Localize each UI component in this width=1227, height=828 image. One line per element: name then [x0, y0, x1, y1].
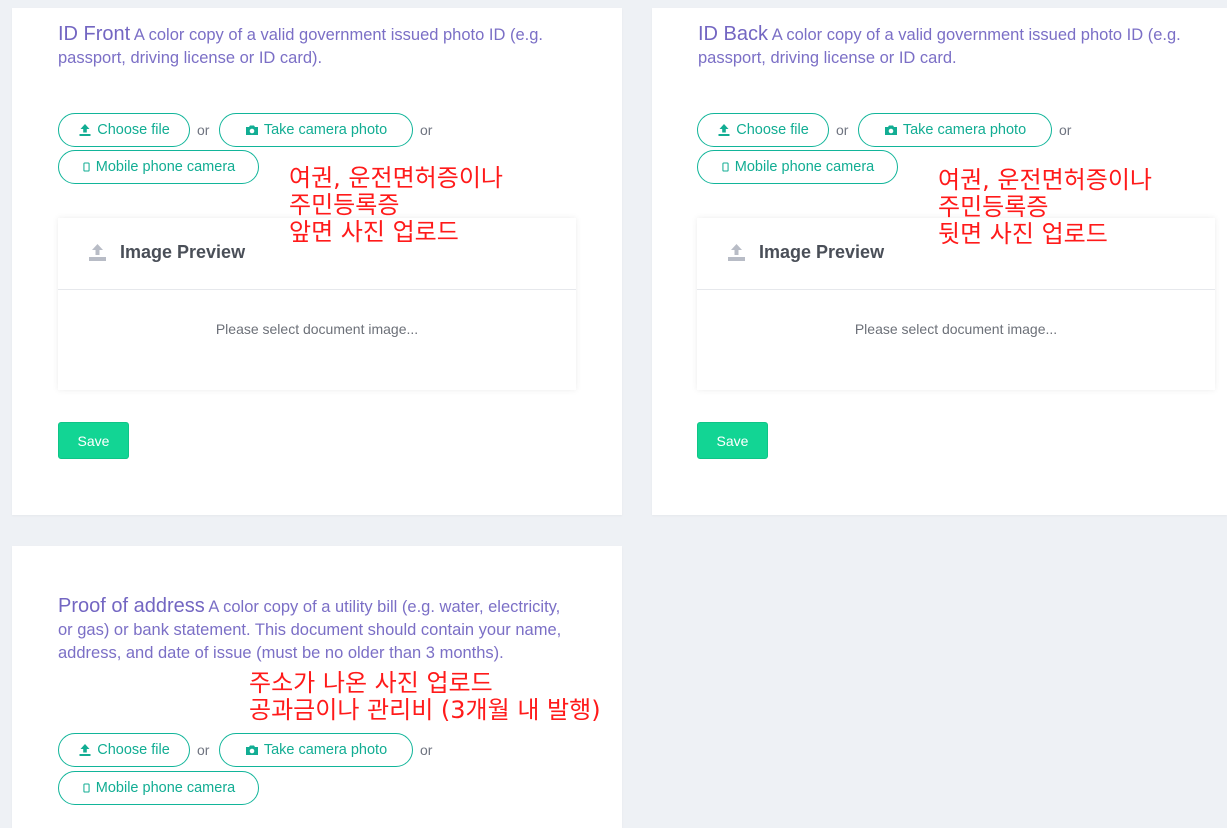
- id-back-title: ID Back: [698, 23, 769, 45]
- id-front-title: ID Front: [58, 23, 131, 45]
- mobile-phone-camera-label: Mobile phone camera: [95, 780, 236, 796]
- id-front-heading: ID Front A color copy of a valid governm…: [58, 23, 578, 70]
- mobile-phone-camera-button[interactable]: Mobile phone camera: [697, 150, 898, 184]
- image-preview-title: Image Preview: [759, 242, 885, 262]
- id-back-card: ID Back A color copy of a valid governme…: [652, 8, 1227, 515]
- upload-tray-icon: [728, 244, 745, 261]
- id-front-card: ID Front A color copy of a valid governm…: [12, 8, 622, 515]
- or-separator: or: [420, 122, 433, 138]
- mobile-icon: [83, 162, 90, 172]
- take-camera-photo-label: Take camera photo: [902, 122, 1027, 138]
- proof-of-address-heading: Proof of address A color copy of a utili…: [58, 595, 568, 665]
- or-separator: or: [1059, 122, 1072, 138]
- address-annotation: 주소가 나온 사진 업로드 공과금이나 관리비 (3개월 내 발행): [249, 669, 601, 724]
- take-camera-photo-label: Take camera photo: [263, 122, 388, 138]
- mobile-phone-camera-label: Mobile phone camera: [95, 159, 236, 175]
- choose-file-label: Choose file: [97, 742, 170, 758]
- camera-icon: [245, 745, 258, 755]
- mobile-icon: [722, 162, 729, 172]
- upload-tray-icon: [89, 244, 106, 261]
- image-preview-placeholder: Please select document image...: [854, 321, 1058, 337]
- proof-of-address-title: Proof of address: [58, 595, 205, 617]
- or-separator: or: [197, 742, 210, 758]
- mobile-phone-camera-button[interactable]: Mobile phone camera: [58, 771, 259, 805]
- choose-file-label: Choose file: [736, 122, 809, 138]
- upload-icon: [718, 124, 730, 136]
- save-button[interactable]: Save: [697, 422, 768, 459]
- image-preview-title: Image Preview: [120, 242, 246, 262]
- choose-file-label: Choose file: [97, 122, 170, 138]
- take-camera-photo-button[interactable]: Take camera photo: [219, 733, 413, 767]
- take-camera-photo-button[interactable]: Take camera photo: [219, 113, 413, 147]
- or-separator: or: [197, 122, 210, 138]
- image-preview-placeholder: Please select document image...: [215, 321, 419, 337]
- or-separator: or: [836, 122, 849, 138]
- take-camera-photo-label: Take camera photo: [263, 742, 388, 758]
- camera-icon: [245, 125, 258, 135]
- camera-icon: [884, 125, 897, 135]
- choose-file-button[interactable]: Choose file: [58, 733, 190, 767]
- id-back-description: A color copy of a valid government issue…: [698, 26, 1181, 67]
- mobile-icon: [83, 783, 90, 793]
- id-back-heading: ID Back A color copy of a valid governme…: [698, 23, 1218, 70]
- save-button[interactable]: Save: [58, 422, 129, 459]
- back-annotation: 여권, 운전면허증이나 주민등록증 뒷면 사진 업로드: [938, 166, 1152, 248]
- mobile-phone-camera-label: Mobile phone camera: [734, 159, 875, 175]
- choose-file-button[interactable]: Choose file: [697, 113, 829, 147]
- or-separator: or: [420, 742, 433, 758]
- mobile-phone-camera-button[interactable]: Mobile phone camera: [58, 150, 259, 184]
- upload-icon: [79, 124, 91, 136]
- front-annotation: 여권, 운전면허증이나 주민등록증 앞면 사진 업로드: [289, 164, 503, 246]
- id-front-description: A color copy of a valid government issue…: [58, 26, 543, 67]
- upload-icon: [79, 744, 91, 756]
- take-camera-photo-button[interactable]: Take camera photo: [858, 113, 1052, 147]
- choose-file-button[interactable]: Choose file: [58, 113, 190, 147]
